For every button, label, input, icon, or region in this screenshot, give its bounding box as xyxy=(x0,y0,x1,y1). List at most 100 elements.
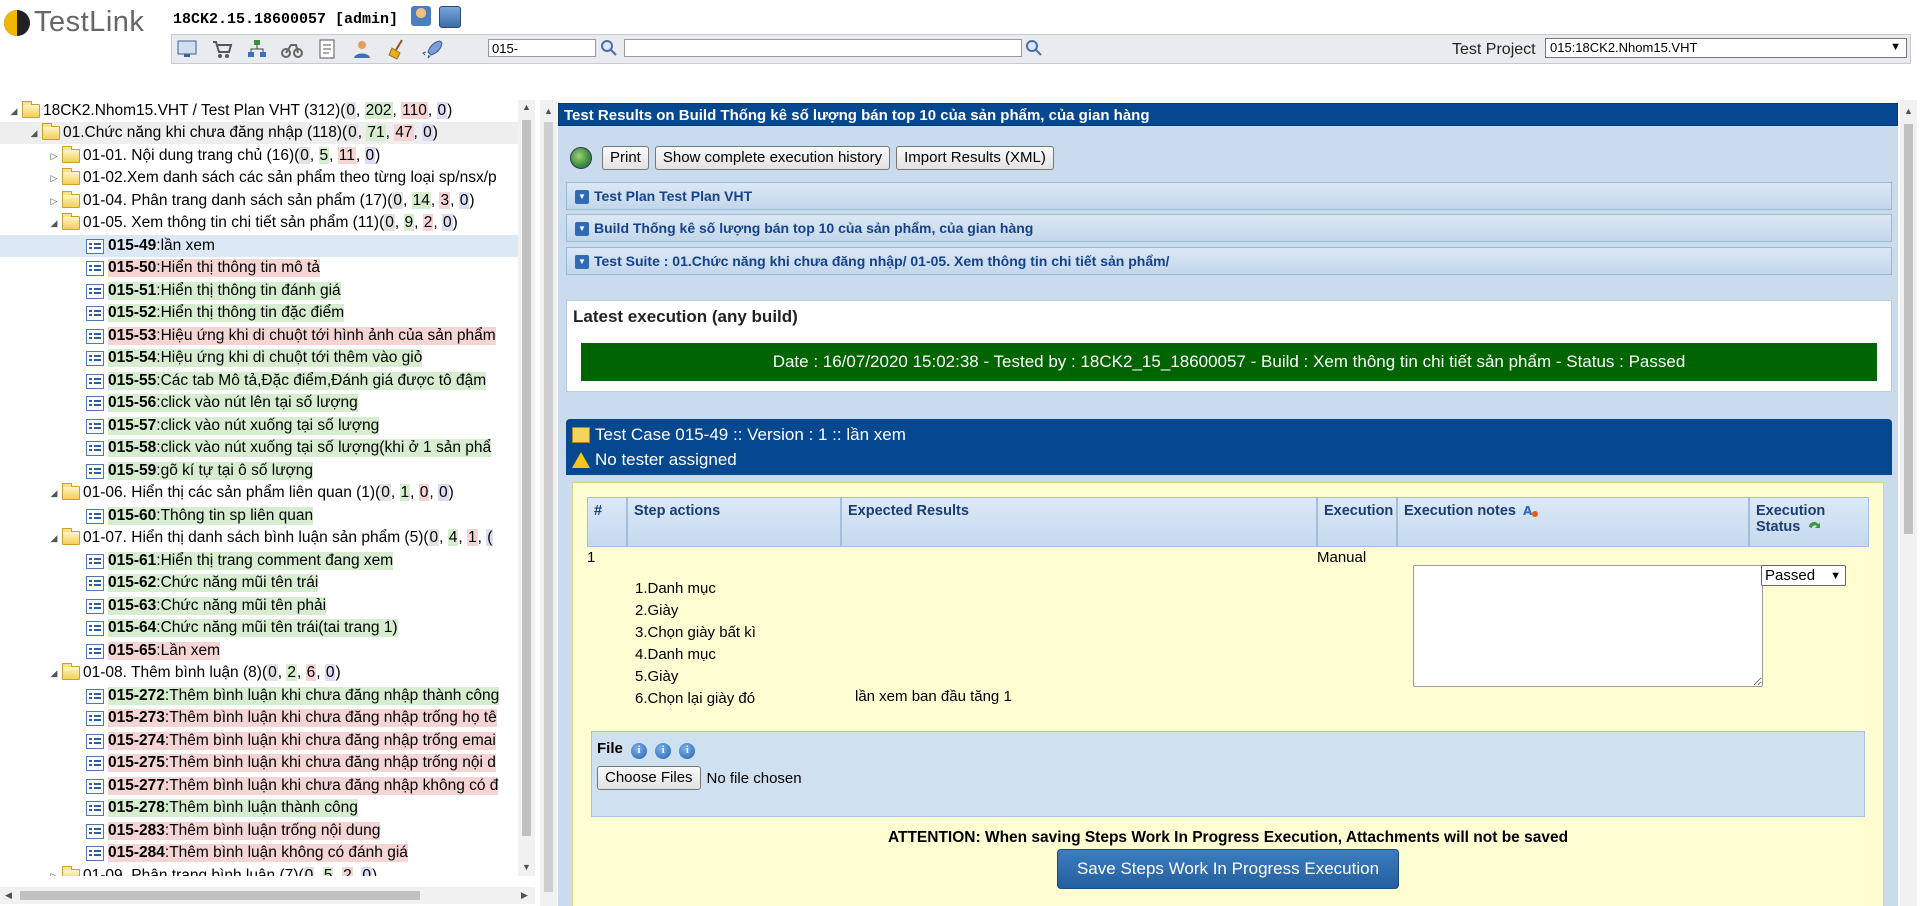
collapsed-toggle-icon[interactable]: ▷ xyxy=(48,151,60,162)
tree-testcase[interactable]: 015-51:Hiển thị thông tin đánh giá xyxy=(86,280,341,302)
collapsed-toggle-icon[interactable]: ▷ xyxy=(48,196,60,207)
results-title-bar: Test Results on Build Thống kê số lượng … xyxy=(558,103,1898,126)
globe-icon[interactable] xyxy=(570,147,592,169)
tree-hscroll-thumb[interactable] xyxy=(20,891,420,900)
tree-testcase[interactable]: 015-62:Chức năng mũi tên trái xyxy=(86,572,319,594)
tree-vertical-scrollbar[interactable]: ▲ ▼ xyxy=(518,100,535,876)
tree-testcase[interactable]: 015-53:Hiệu ứng khi di chuột tới hình ản… xyxy=(86,325,496,347)
collapse-toggle-icon[interactable]: ▼ xyxy=(575,222,589,237)
user-profile-icon[interactable] xyxy=(411,6,431,26)
document-icon[interactable] xyxy=(316,38,338,60)
scroll-down-icon[interactable]: ▼ xyxy=(518,862,535,872)
execution-notes-textarea[interactable] xyxy=(1413,565,1763,687)
tree-testcase[interactable]: 015-56:click vào nút lên tại số lượng xyxy=(86,392,358,414)
tree-testcase[interactable]: 015-272:Thêm bình luận khi chưa đăng nhậ… xyxy=(86,685,500,707)
choose-files-button[interactable]: Choose Files xyxy=(597,766,701,790)
tree-testcase[interactable]: 015-54:Hiệu ứng khi di chuột tới thêm và… xyxy=(86,347,423,369)
show-history-button[interactable]: Show complete execution history xyxy=(654,146,891,170)
tree-testcase[interactable]: 015-274:Thêm bình luận khi chưa đăng nhậ… xyxy=(86,730,496,752)
desktop-icon[interactable] xyxy=(176,38,198,60)
section-build[interactable]: ▼ Build Thống kê số lượng bán top 10 của … xyxy=(566,214,1892,242)
tree-folder[interactable]: ▷ 01-09. Phân trang bình luận (7) (0, 5, 2… xyxy=(48,865,377,876)
scroll-up-icon[interactable]: ▲ xyxy=(518,102,535,112)
tree-folder[interactable]: ◢ 01-06. Hiển thị các sản phẩm liên quan … xyxy=(48,482,454,504)
tree-folder[interactable]: ◢ 01-08. Thêm bình luận (8) (0, 2, 6, 0) xyxy=(48,662,341,684)
expand-toggle-icon[interactable]: ◢ xyxy=(28,128,40,139)
tree-testcase[interactable]: 015-283:Thêm bình luận trống nội dung xyxy=(86,820,381,842)
info-icon[interactable]: i xyxy=(631,743,648,759)
expand-toggle-icon[interactable]: ◢ xyxy=(48,488,60,499)
expand-toggle-icon[interactable]: ◢ xyxy=(48,218,60,229)
tree-testcase[interactable]: 015-50:Hiển thị thông tin mô tả xyxy=(86,257,320,279)
testlink-logo[interactable]: TestLink xyxy=(4,6,144,39)
tree-testcase[interactable]: 015-52:Hiển thị thông tin đặc điểm xyxy=(86,302,345,324)
tree-testcase[interactable]: 015-64:Chức năng mũi tên trái(tai trang … xyxy=(86,617,398,639)
main-scroll-thumb[interactable] xyxy=(1904,124,1913,534)
collapse-toggle-icon[interactable]: ▼ xyxy=(575,190,589,205)
execution-workarea: Print Show complete execution history Im… xyxy=(558,126,1898,906)
testcase-label: 015-59:gõ kí tự tại ô số lượng xyxy=(108,462,313,480)
search-icon[interactable] xyxy=(600,39,618,61)
tree-testcase[interactable]: 015-63:Chức năng mũi tên phải xyxy=(86,595,327,617)
save-steps-wip-button[interactable]: Save Steps Work In Progress Execution xyxy=(1057,849,1399,889)
info-icon[interactable]: i xyxy=(655,743,672,759)
scroll-up-icon[interactable]: ▲ xyxy=(540,106,557,116)
scroll-right-icon[interactable]: ▶ xyxy=(516,890,533,901)
tree-horizontal-scrollbar[interactable]: ◀ ▶ xyxy=(0,887,535,904)
tree-folder[interactable]: ▷ 01-02.Xem danh sách các sản phẩm theo t… xyxy=(48,167,497,189)
cart-icon[interactable] xyxy=(211,38,233,60)
tree-folder[interactable]: ◢ 01-05. Xem thông tin chi tiết sản phẩm … xyxy=(48,212,458,234)
pane-divider[interactable]: ▲ ▼ xyxy=(540,100,557,906)
text-search-input[interactable] xyxy=(624,39,1022,57)
tree-root[interactable]: ◢ 18CK2.Nhom15.VHT / Test Plan VHT (312)… xyxy=(8,100,452,122)
translate-notes-icon[interactable]: A xyxy=(1523,504,1539,518)
section-test-suite[interactable]: ▼ Test Suite : 01.Chức năng khi chưa đăng… xyxy=(566,247,1892,275)
tree-testcase[interactable]: 015-57:click vào nút xuống tại số lượng xyxy=(86,415,380,437)
rocket-icon[interactable] xyxy=(421,38,443,60)
refresh-icon[interactable] xyxy=(1807,521,1821,533)
print-button[interactable]: Print xyxy=(602,146,649,170)
tree-testcase[interactable]: 015-61:Hiển thị trang comment đang xem xyxy=(86,550,394,572)
info-icon[interactable]: i xyxy=(679,743,696,759)
pane-scroll-thumb[interactable] xyxy=(544,122,553,892)
tree-folder[interactable]: ◢ 01-07. Hiển thị danh sách bình luận sản… xyxy=(48,527,494,549)
scroll-up-icon[interactable]: ▲ xyxy=(1900,106,1917,116)
test-project-select[interactable]: 015:18CK2.Nhom15.VHT ▼ xyxy=(1545,38,1907,58)
collapsed-toggle-icon[interactable]: ▷ xyxy=(48,173,60,184)
user-icon[interactable] xyxy=(351,38,373,60)
collapse-toggle-icon[interactable]: ▼ xyxy=(575,255,589,270)
expand-toggle-icon[interactable]: ◢ xyxy=(48,533,60,544)
section-test-plan[interactable]: ▼ Test Plan Test Plan VHT xyxy=(566,182,1892,210)
tree-testcase[interactable]: 015-275:Thêm bình luận khi chưa đăng nhậ… xyxy=(86,752,496,774)
tree-testcase[interactable]: 015-49:lần xem xyxy=(0,235,518,257)
tree-scroll-thumb[interactable] xyxy=(522,120,531,836)
testcase-search-input[interactable] xyxy=(488,39,596,57)
tree-testcase[interactable]: 015-55:Các tab Mô tả,Đặc điểm,Đánh giá đ… xyxy=(86,370,487,392)
search-icon[interactable] xyxy=(1025,39,1043,61)
bike-icon[interactable] xyxy=(281,38,303,60)
tree-folder[interactable]: ▷ 01-04. Phân trang danh sách sản phẩm (1… xyxy=(48,190,475,212)
testcase-icon xyxy=(86,643,104,659)
testcase-title: Hiển thị thông tin đánh giá xyxy=(160,282,341,299)
tree-testcase[interactable]: 015-60:Thông tin sp liên quan xyxy=(86,505,314,527)
execution-status-select[interactable]: Passed ▼ xyxy=(1761,565,1846,586)
tree-folder[interactable]: ▷ 01-01. Nội dung trang chủ (16) (0, 5, 11… xyxy=(48,145,380,167)
tree-testcase[interactable]: 015-65:Lần xem xyxy=(86,640,221,662)
tree-testcase[interactable]: 015-277:Thêm bình luận khi chưa đăng nhậ… xyxy=(86,775,499,797)
broom-icon[interactable] xyxy=(386,38,408,60)
logout-icon[interactable] xyxy=(439,6,461,28)
hierarchy-icon[interactable] xyxy=(246,38,268,60)
test-tree: ◢ 18CK2.Nhom15.VHT / Test Plan VHT (312)… xyxy=(0,100,518,876)
main-vertical-scrollbar[interactable]: ▲ xyxy=(1900,100,1917,906)
collapsed-toggle-icon[interactable]: ▷ xyxy=(48,871,60,877)
import-results-button[interactable]: Import Results (XML) xyxy=(896,146,1054,170)
tree-testcase[interactable]: 015-278:Thêm bình luận thành công xyxy=(86,797,358,819)
scroll-left-icon[interactable]: ◀ xyxy=(0,890,17,901)
tree-folder[interactable]: ◢ 01.Chức năng khi chưa đăng nhập (118) (0… xyxy=(0,122,518,144)
tree-testcase[interactable]: 015-59:gõ kí tự tại ô số lượng xyxy=(86,460,313,482)
tree-testcase[interactable]: 015-284:Thêm bình luận không có đánh giá xyxy=(86,842,408,864)
expand-toggle-icon[interactable]: ◢ xyxy=(48,668,60,679)
expand-toggle-icon[interactable]: ◢ xyxy=(8,106,20,117)
tree-testcase[interactable]: 015-58:click vào nút xuống tại số lượng(… xyxy=(86,437,492,459)
tree-testcase[interactable]: 015-273:Thêm bình luận khi chưa đăng nhậ… xyxy=(86,707,497,729)
